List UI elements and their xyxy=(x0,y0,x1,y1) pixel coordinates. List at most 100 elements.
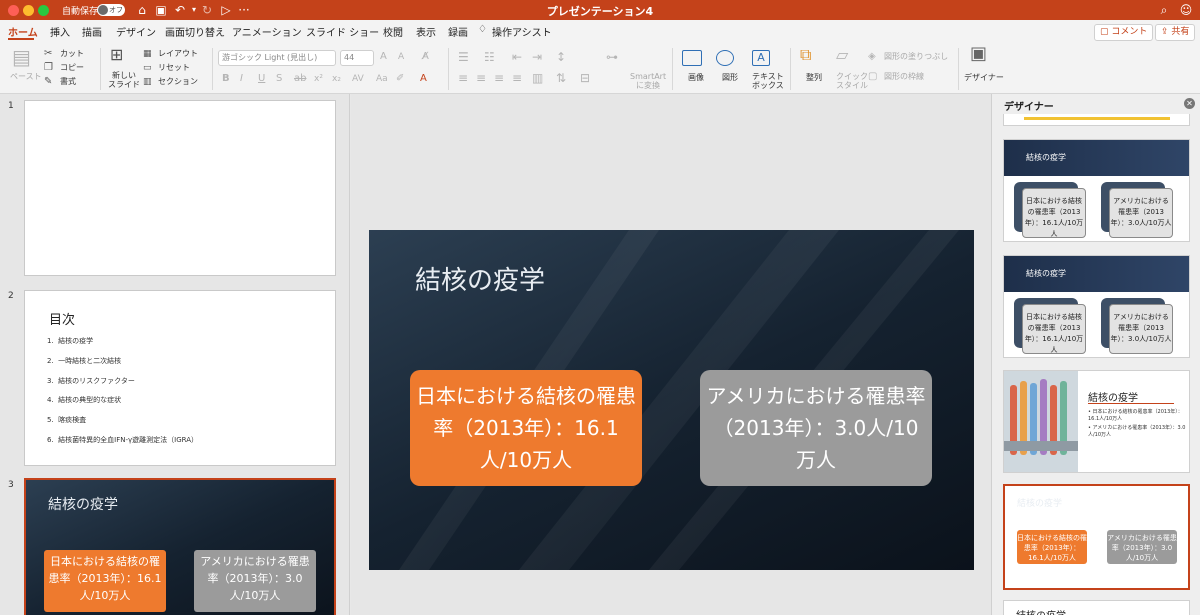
section-button[interactable]: セクション xyxy=(158,77,198,87)
format-painter-icon[interactable]: ✎ xyxy=(44,75,52,89)
home-icon[interactable]: ⌂ xyxy=(134,2,150,18)
designer-pane[interactable]: デザイナー ✕ 結核の疫学 日本における結核の罹患率（2013年）：16.1人/… xyxy=(991,94,1200,615)
strikethrough-icon[interactable]: ab xyxy=(294,72,306,86)
textbox-icon[interactable]: A xyxy=(752,50,770,66)
smartart-icon[interactable]: ⊶ xyxy=(606,50,618,64)
line-spacing-icon[interactable]: ↕ xyxy=(556,50,566,64)
shape-icon[interactable] xyxy=(716,50,734,66)
slide-thumbnail-1[interactable] xyxy=(24,100,336,276)
shape-outline-icon[interactable]: ▢ xyxy=(868,70,877,84)
account-icon[interactable]: ☺ xyxy=(1178,2,1194,18)
tab-view[interactable]: 表示 xyxy=(416,24,436,39)
bold-icon[interactable]: B xyxy=(222,72,230,86)
more-icon[interactable]: ··· xyxy=(236,2,252,18)
search-icon[interactable]: ⌕ xyxy=(1156,2,1172,18)
tab-record[interactable]: 録画 xyxy=(448,24,468,39)
grow-font-icon[interactable]: A xyxy=(380,50,387,64)
justify-icon[interactable]: ≡ xyxy=(512,71,522,85)
autosave-toggle[interactable]: オフ xyxy=(97,4,125,16)
slide-thumbnail-3[interactable]: 結核の疫学 日本における結核の罹患率（2013年）：16.1人/10万人 アメリ… xyxy=(24,478,336,615)
numbering-icon[interactable]: ☷ xyxy=(484,50,495,64)
toc-item: 1. 結核の疫学 xyxy=(47,337,94,345)
text-direction-icon[interactable]: ⇅ xyxy=(556,71,566,85)
cut-button[interactable]: カット xyxy=(60,49,84,59)
shape-outline-button[interactable]: 図形の枠線 xyxy=(884,72,924,82)
underline-icon[interactable]: U xyxy=(258,72,265,86)
char-spacing-icon[interactable]: AV xyxy=(352,72,364,86)
tab-animations[interactable]: アニメーション xyxy=(232,24,302,39)
clear-format-icon[interactable]: A̸ xyxy=(422,50,429,64)
tab-draw[interactable]: 描画 xyxy=(82,24,102,39)
arrange-button-label: 整列 xyxy=(806,73,822,82)
thumb-slide-title: 結核の疫学 xyxy=(48,497,118,513)
align-right-icon[interactable]: ≡ xyxy=(494,71,504,85)
box-japan-text: 日本における結核の罹患率（2013年）：16.1人/10万人 xyxy=(416,384,636,472)
image-icon[interactable] xyxy=(682,50,702,66)
shape-fill-icon[interactable]: ◈ xyxy=(868,50,876,64)
design-option-1[interactable]: 結核の疫学 日本における結核の罹患率（2013年）：16.1人/10万人 アメリ… xyxy=(1003,139,1190,242)
quick-style-icon[interactable]: ▱ xyxy=(836,47,848,63)
present-icon[interactable]: ▷ xyxy=(218,2,234,18)
format-painter-button[interactable]: 書式 xyxy=(60,77,76,87)
cut-icon[interactable]: ✂ xyxy=(44,47,52,61)
slide-thumbnail-2[interactable]: 目次 1. 結核の疫学 2. 一時結核と二次結核 3. 結核のリスクファクター … xyxy=(24,290,336,466)
tab-review[interactable]: 校閲 xyxy=(383,24,403,39)
copy-button[interactable]: コピー xyxy=(60,63,84,73)
align-center-icon[interactable]: ≡ xyxy=(476,71,486,85)
slide-title[interactable]: 結核の疫学 xyxy=(415,260,545,297)
font-color-icon[interactable]: A xyxy=(420,72,427,86)
reset-button[interactable]: リセット xyxy=(158,63,190,73)
align-text-icon[interactable]: ⊟ xyxy=(580,71,590,85)
tab-transitions[interactable]: 画面切り替え xyxy=(165,24,225,39)
reset-icon[interactable]: ▭ xyxy=(143,61,152,75)
close-window-button[interactable] xyxy=(8,5,19,16)
design-bullet: • アメリカにおける罹患率（2013年）：3.0人/10万人 xyxy=(1088,425,1186,438)
decrease-indent-icon[interactable]: ⇤ xyxy=(512,50,522,64)
increase-indent-icon[interactable]: ⇥ xyxy=(532,50,542,64)
tab-home[interactable]: ホーム xyxy=(8,24,38,39)
align-left-icon[interactable]: ≡ xyxy=(458,71,468,85)
columns-icon[interactable]: ▥ xyxy=(532,71,543,85)
current-slide[interactable]: 結核の疫学 日本における結核の罹患率（2013年）：16.1人/10万人 アメリ… xyxy=(369,230,974,570)
subscript-icon[interactable]: x₂ xyxy=(332,72,341,86)
design-option-2[interactable]: 結核の疫学 日本における結核の罹患率（2013年）：16.1人/10万人 アメリ… xyxy=(1003,255,1190,358)
redo-icon[interactable]: ↻ xyxy=(199,2,215,18)
design-option-5-partial[interactable]: 結核の疫学 xyxy=(1003,600,1190,615)
share-button[interactable]: ⇪ 共有 xyxy=(1155,24,1196,41)
change-case-icon[interactable]: Aa xyxy=(376,72,388,86)
comment-button[interactable]: ▢ コメント xyxy=(1094,24,1154,41)
bullets-icon[interactable]: ☰ xyxy=(458,50,469,64)
font-size-select[interactable]: 44 xyxy=(340,50,374,66)
layout-button[interactable]: レイアウト xyxy=(158,49,198,59)
minimize-window-button[interactable] xyxy=(23,5,34,16)
tab-insert[interactable]: 挿入 xyxy=(50,24,70,39)
save-icon[interactable]: ▣ xyxy=(153,2,169,18)
tab-slideshow[interactable]: スライド ショー xyxy=(306,24,379,39)
font-name-select[interactable]: 游ゴシック Light (見出し) xyxy=(218,50,336,66)
box-japan-rate[interactable]: 日本における結核の罹患率（2013年）：16.1人/10万人 xyxy=(410,370,642,486)
superscript-icon[interactable]: x² xyxy=(314,72,323,86)
quick-style-label-2: スタイル xyxy=(836,81,868,90)
design-option-partial-top[interactable] xyxy=(1003,114,1190,126)
shape-fill-button[interactable]: 図形の塗りつぶし xyxy=(884,52,948,62)
layout-icon[interactable]: ▦ xyxy=(143,47,152,61)
arrange-icon[interactable]: ⧉ xyxy=(800,47,811,63)
tab-tell-me[interactable]: 操作アシスト xyxy=(492,24,552,39)
lightbulb-icon: ♢ xyxy=(478,24,487,35)
box-usa-rate[interactable]: アメリカにおける罹患率（2013年）：3.0人/10万人 xyxy=(700,370,932,486)
italic-icon[interactable]: I xyxy=(240,72,243,86)
designer-icon[interactable]: ▣ xyxy=(970,45,987,63)
slide-thumbnails-pane[interactable]: 1 2 目次 1. 結核の疫学 2. 一時結核と二次結核 3. 結核のリスクファ… xyxy=(0,94,350,615)
tab-design[interactable]: デザイン xyxy=(116,24,156,39)
shrink-font-icon[interactable]: A xyxy=(398,50,404,64)
paste-icon[interactable]: ▤ xyxy=(12,47,31,67)
section-icon[interactable]: ▥ xyxy=(143,75,152,89)
close-icon[interactable]: ✕ xyxy=(1184,98,1195,109)
design-option-4-selected[interactable]: 結核の疫学 日本における結核の罹患率（2013年）：16.1人/10万人 アメリ… xyxy=(1003,484,1190,590)
highlight-icon[interactable]: ✐ xyxy=(396,72,404,86)
copy-icon[interactable]: ❐ xyxy=(44,61,53,75)
design-option-3[interactable]: 結核の疫学 • 日本における結核の罹患率（2013年）：16.1人/10万人 •… xyxy=(1003,370,1190,473)
new-slide-icon[interactable]: ⊞ xyxy=(110,47,123,63)
zoom-window-button[interactable] xyxy=(38,5,49,16)
shadow-icon[interactable]: S xyxy=(276,72,282,86)
